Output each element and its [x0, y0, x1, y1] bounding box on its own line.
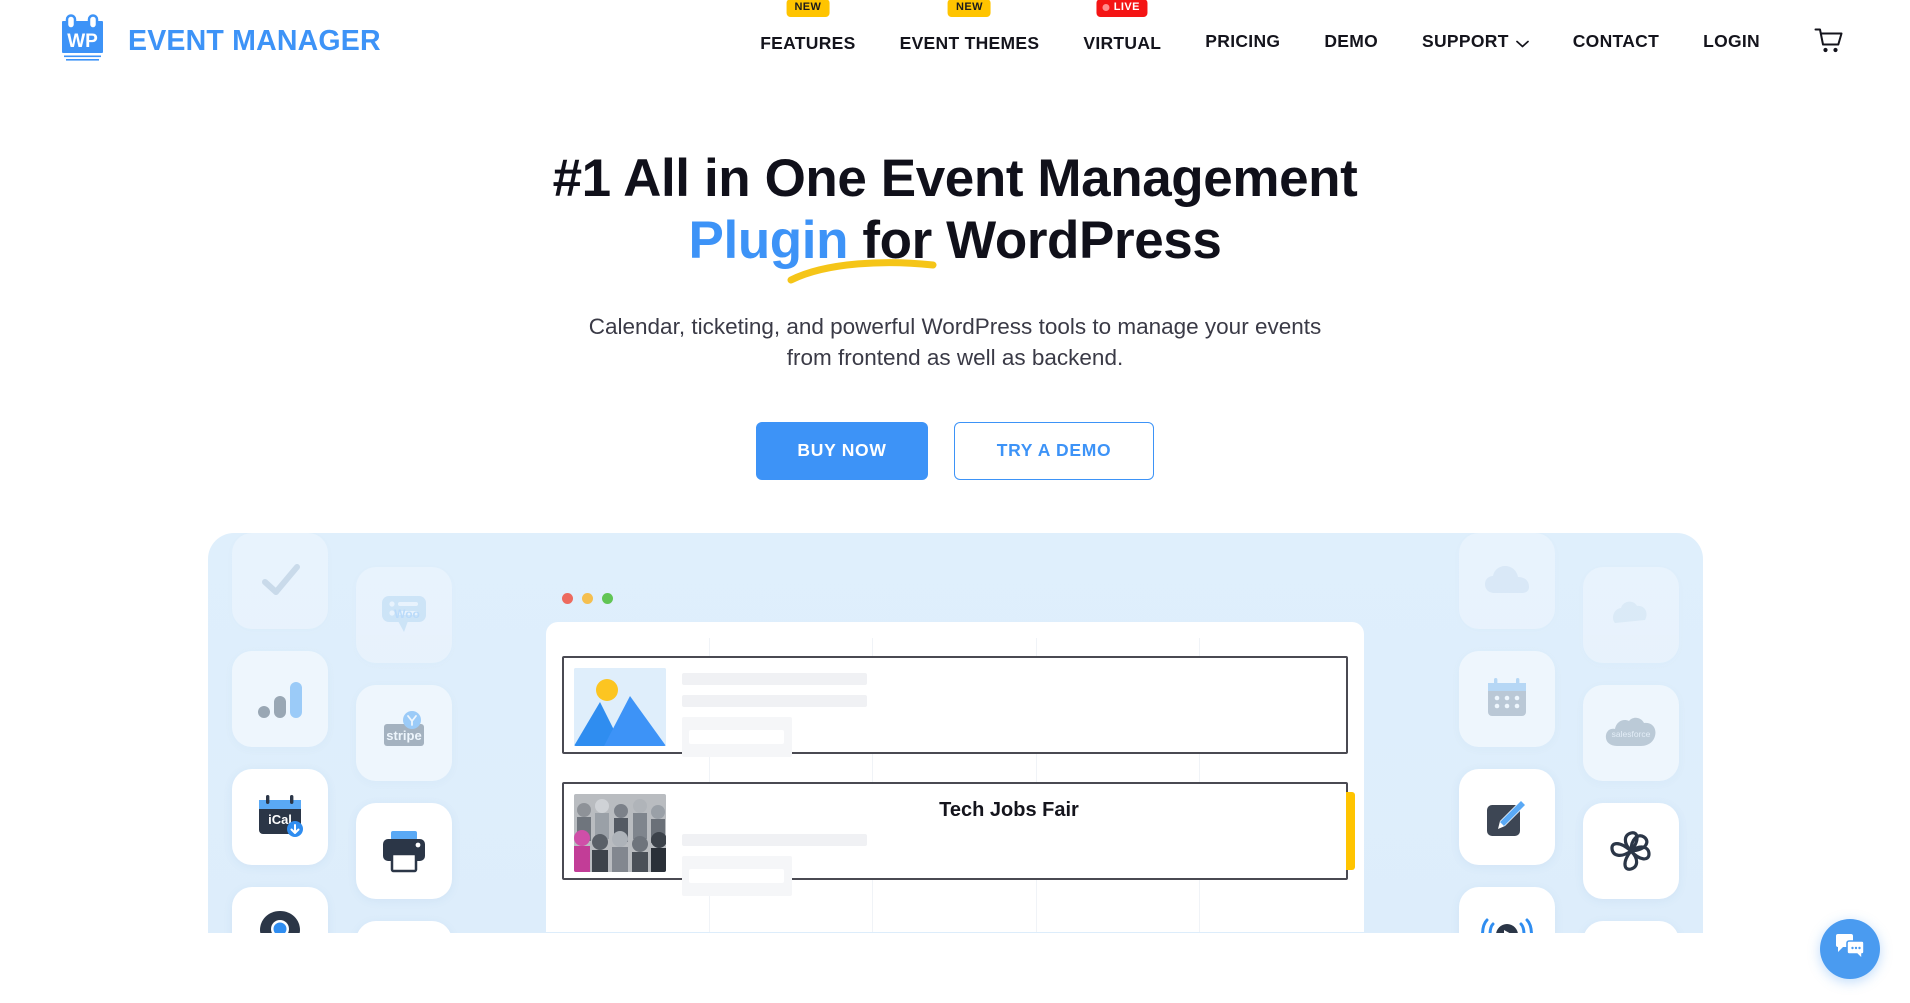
- svg-text:salesforce: salesforce: [1611, 729, 1650, 739]
- shopping-cart-icon[interactable]: [1808, 27, 1850, 55]
- ticket-icon: [355, 920, 452, 933]
- nav-item-contact[interactable]: CONTACT: [1551, 21, 1681, 61]
- chevron-down-icon: [1515, 32, 1529, 53]
- nav-label: VIRTUAL: [1083, 32, 1162, 53]
- badge-label: NEW: [794, 1, 822, 13]
- wp-calendar-icon: WP: [62, 13, 118, 69]
- nav-label: LOGIN: [1703, 30, 1760, 51]
- main-navigation: NEW FEATURES NEW EVENT THEMES LIVE VIRTU…: [738, 0, 1850, 61]
- pinwheel-icon: [1582, 802, 1679, 899]
- buy-now-button[interactable]: BUY NOW: [756, 421, 928, 480]
- location-pin-icon: [231, 886, 328, 933]
- image-placeholder-icon: [574, 667, 666, 746]
- event-card-content: Tech Jobs Fair: [682, 794, 1336, 896]
- page-title: #1 All in One Event Management Plugin fo…: [0, 148, 1910, 272]
- cloud-icon: [1458, 532, 1555, 629]
- nav-label: DEMO: [1324, 30, 1379, 51]
- nav-item-features[interactable]: NEW FEATURES: [738, 0, 877, 61]
- hero-subtitle-line2: from frontend as well as backend.: [786, 344, 1124, 370]
- nav-label: PRICING: [1205, 30, 1281, 51]
- badge-label: LIVE: [1113, 1, 1140, 13]
- live-dot-icon: [1102, 4, 1110, 12]
- hero-title-line1: #1 All in One Event Management: [552, 149, 1358, 208]
- mockup-window-body: Tech Jobs Fair: [546, 621, 1364, 932]
- browser-mockup: Tech Jobs Fair: [546, 592, 1364, 932]
- nav-label: FEATURES: [760, 32, 856, 53]
- chat-widget-button[interactable]: [1820, 919, 1880, 979]
- activecampaign-icon: [1582, 920, 1679, 933]
- nav-item-virtual[interactable]: LIVE VIRTUAL: [1061, 0, 1183, 61]
- circle-icon: [1582, 566, 1679, 663]
- printer-icon: [355, 802, 452, 899]
- brand-logo[interactable]: WP EVENT MANAGER: [62, 13, 381, 69]
- woocommerce-icon: Woo: [355, 566, 452, 663]
- hero-section: #1 All in One Event Management Plugin fo…: [0, 82, 1910, 933]
- badge-new: NEW: [948, 0, 991, 17]
- integration-column-right-2: salesforce: [1582, 533, 1679, 933]
- live-broadcast-icon: [1458, 886, 1555, 933]
- minimize-dot-icon[interactable]: [582, 592, 593, 604]
- maximize-dot-icon[interactable]: [602, 592, 613, 604]
- nav-label: CONTACT: [1572, 30, 1660, 51]
- hero-visual-panel: iCal Woo stripe salesforce Tech Jobs Fai…: [207, 532, 1703, 933]
- calendar-icon: [1458, 650, 1555, 747]
- close-dot-icon[interactable]: [562, 592, 573, 604]
- brand-name: EVENT MANAGER: [128, 24, 381, 57]
- edit-compose-icon: [1458, 768, 1555, 865]
- site-header: WP EVENT MANAGER NEW FEATURES NEW EVENT …: [0, 0, 1910, 82]
- event-card[interactable]: Tech Jobs Fair: [562, 781, 1355, 896]
- nav-item-event-themes[interactable]: NEW EVENT THEMES: [878, 0, 1062, 61]
- svg-text:stripe: stripe: [386, 728, 421, 743]
- stripe-icon: stripe: [355, 684, 452, 781]
- event-card-placeholder-lines: [682, 668, 1336, 757]
- event-title: Tech Jobs Fair: [939, 798, 1079, 821]
- nav-label: EVENT THEMES: [899, 32, 1040, 53]
- nav-item-login[interactable]: LOGIN: [1681, 21, 1782, 61]
- nav-item-pricing[interactable]: PRICING: [1183, 21, 1302, 61]
- svg-text:Woo: Woo: [394, 607, 420, 621]
- badge-live: LIVE: [1096, 0, 1148, 17]
- crowd-photo-thumbnail: [574, 793, 666, 872]
- hero-subtitle-line1: Calendar, ticketing, and powerful WordPr…: [588, 314, 1322, 339]
- hero-subtitle: Calendar, ticketing, and powerful WordPr…: [0, 312, 1910, 374]
- checkmark-icon: [231, 532, 328, 629]
- analytics-icon: [231, 650, 328, 747]
- integration-column-left-2: Woo stripe: [355, 533, 452, 933]
- event-card-accent-bar: [1346, 791, 1355, 870]
- nav-item-demo[interactable]: DEMO: [1302, 21, 1400, 61]
- nav-label: SUPPORT: [1422, 30, 1509, 51]
- event-card[interactable]: [562, 655, 1348, 757]
- badge-label: NEW: [956, 1, 983, 13]
- chat-bubbles-icon: [1834, 933, 1866, 966]
- salesforce-icon: salesforce: [1582, 684, 1679, 781]
- cta-row: BUY NOW TRY A DEMO: [0, 421, 1910, 480]
- ical-icon: iCal: [231, 768, 328, 865]
- window-traffic-lights: [546, 592, 1364, 604]
- integration-column-left-1: iCal: [231, 532, 328, 933]
- svg-text:WP: WP: [67, 31, 98, 52]
- badge-new: NEW: [786, 0, 830, 17]
- integration-column-right-1: [1458, 532, 1555, 933]
- try-a-demo-button[interactable]: TRY A DEMO: [954, 421, 1154, 480]
- nav-item-support[interactable]: SUPPORT: [1400, 21, 1551, 61]
